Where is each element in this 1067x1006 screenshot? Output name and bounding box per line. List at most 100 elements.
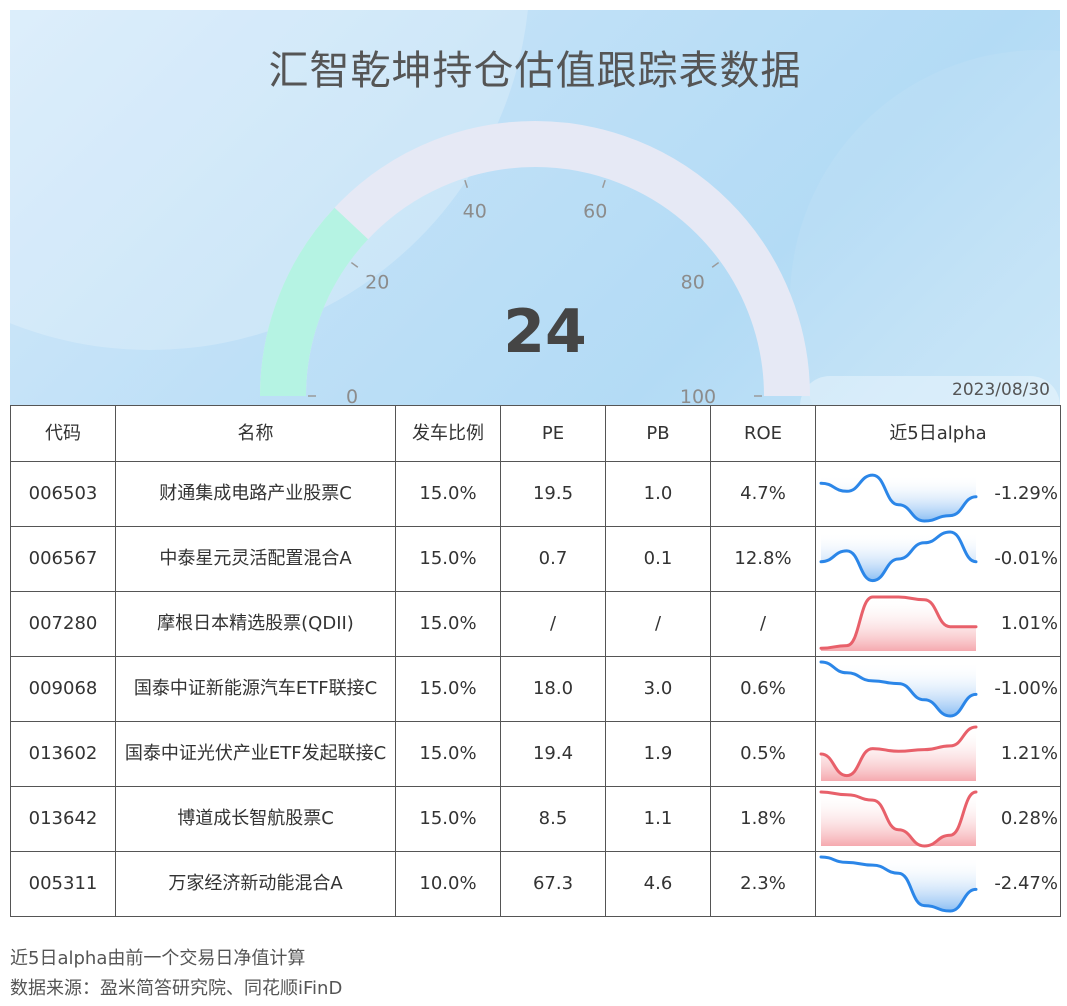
cell-pe: 67.3 (500, 851, 606, 917)
alpha-value: -2.47% (994, 873, 1058, 894)
cell-name: 摩根日本精选股票(QDII) (115, 591, 396, 657)
cell-name: 国泰中证新能源汽车ETF联接C (115, 656, 396, 722)
alpha-sparkline (819, 855, 978, 913)
cell-ratio: 15.0% (395, 786, 501, 852)
cell-roe: 0.6% (710, 656, 816, 722)
cell-roe: 4.7% (710, 461, 816, 527)
cell-pb: 3.0 (605, 656, 711, 722)
cell-pb: 0.1 (605, 526, 711, 592)
cell-ratio: 10.0% (395, 851, 501, 917)
cell-ratio: 15.0% (395, 721, 501, 787)
alpha-sparkline (819, 660, 978, 718)
sparkline-area (821, 532, 976, 581)
alpha-value: 1.21% (1000, 743, 1058, 764)
cell-name: 中泰星元灵活配置混合A (115, 526, 396, 592)
alpha-value: -0.01% (994, 548, 1058, 569)
alpha-value: -1.00% (994, 678, 1058, 699)
cell-name: 万家经济新动能混合A (115, 851, 396, 917)
cell-pe: 18.0 (500, 656, 606, 722)
cell-code: 013642 (10, 786, 116, 852)
cell-code: 005311 (10, 851, 116, 917)
header-code: 代码 (10, 405, 116, 462)
cell-code: 009068 (10, 656, 116, 722)
gauge-fill (260, 207, 369, 397)
gauge-tick-label: 40 (463, 201, 487, 223)
gauge-tick-mark (601, 179, 606, 188)
table-row: 007280 摩根日本精选股票(QDII) 15.0% / //1.01% (10, 591, 1061, 657)
sparkline-area (821, 597, 976, 651)
alpha-sparkline (819, 725, 978, 781)
cell-pb: / (605, 591, 711, 657)
gauge-tick-label: 0 (346, 386, 358, 406)
table-row: 006503 财通集成电路产业股票C 15.0% 19.5 1.0 4.7% -1.29% (10, 461, 1061, 527)
cell-alpha: 1.21% (815, 721, 1061, 787)
cell-alpha: -1.29% (815, 461, 1061, 527)
dashboard-header: 汇智乾坤持仓估值跟踪表数据 0 20 40 60 80 100 24 2023/08/30 (10, 10, 1060, 406)
cell-roe: 2.3% (710, 851, 816, 917)
table-row: 006567 中泰星元灵活配置混合A 15.0% 0.7 0.1 12.8% -0.01% (10, 526, 1061, 592)
cell-pb: 1.0 (605, 461, 711, 527)
cell-roe: 1.8% (710, 786, 816, 852)
report-date: 2023/08/30 (952, 380, 1050, 400)
cell-code: 007280 (10, 591, 116, 657)
table-row: 005311 万家经济新动能混合A 10.0% 67.3 4.6 2.3% -2.47% (10, 851, 1061, 917)
cell-code: 006567 (10, 526, 116, 592)
alpha-value: 1.01% (1000, 613, 1058, 634)
fund-table: 代码 名称 发车比例 PE PB ROE 近5日alpha 006503 财通集成… (10, 405, 1061, 917)
gauge-tick-mark (711, 261, 720, 268)
alpha-value: 0.28% (1000, 808, 1058, 829)
header-roe: ROE (710, 405, 816, 462)
footer: 近5日alpha由前一个交易日净值计算 数据来源：盈米简答研究院、同花顺iFin… (10, 944, 342, 1004)
cell-ratio: 15.0% (395, 591, 501, 657)
gauge-value: 24 (503, 297, 587, 367)
header-pe: PE (500, 405, 606, 462)
table-row: 013602 国泰中证光伏产业ETF发起联接C 15.0% 19.4 1.9 0.5% 1.… (10, 721, 1061, 787)
table-header-row: 代码 名称 发车比例 PE PB ROE 近5日alpha (10, 405, 1061, 462)
sparkline-area (821, 792, 976, 846)
header-alpha: 近5日alpha (815, 405, 1061, 462)
cell-ratio: 15.0% (395, 461, 501, 527)
cell-pb: 4.6 (605, 851, 711, 917)
cell-pe: / (500, 591, 606, 657)
cell-roe: 12.8% (710, 526, 816, 592)
cell-alpha: 1.01% (815, 591, 1061, 657)
cell-pb: 1.9 (605, 721, 711, 787)
cell-name: 财通集成电路产业股票C (115, 461, 396, 527)
cell-roe: 0.5% (710, 721, 816, 787)
cell-alpha: -2.47% (815, 851, 1061, 917)
table-row: 013642 博道成长智航股票C 15.0% 8.5 1.1 1.8% 0.28% (10, 786, 1061, 852)
cell-alpha: -1.00% (815, 656, 1061, 722)
header-pb: PB (605, 405, 711, 462)
cell-pb: 1.1 (605, 786, 711, 852)
cell-alpha: -0.01% (815, 526, 1061, 592)
header-ratio: 发车比例 (395, 405, 501, 462)
sparkline-area (821, 727, 976, 781)
footer-source: 数据来源：盈米简答研究院、同花顺iFinD (10, 978, 343, 999)
cell-roe: / (710, 591, 816, 657)
alpha-value: -1.29% (994, 483, 1058, 504)
cell-pe: 19.5 (500, 461, 606, 527)
cell-code: 006503 (10, 461, 116, 527)
sparkline-area (821, 662, 976, 716)
table-row: 009068 国泰中证新能源汽车ETF联接C 15.0% 18.0 3.0 0.6% -1.… (10, 656, 1061, 722)
gauge-tick-label: 20 (365, 271, 389, 293)
alpha-sparkline (819, 595, 978, 651)
cell-pe: 0.7 (500, 526, 606, 592)
cell-code: 013602 (10, 721, 116, 787)
alpha-sparkline (819, 530, 978, 583)
cell-name: 国泰中证光伏产业ETF发起联接C (115, 721, 396, 787)
alpha-sparkline (819, 790, 978, 848)
gauge-tick-mark (464, 179, 469, 188)
cell-pe: 8.5 (500, 786, 606, 852)
alpha-sparkline (819, 473, 978, 523)
cell-name: 博道成长智航股票C (115, 786, 396, 852)
gauge-tick-mark (350, 261, 359, 268)
gauge-tick-label: 60 (583, 201, 607, 223)
gauge-tick-label: 80 (681, 271, 705, 293)
header-name: 名称 (115, 405, 396, 462)
cell-ratio: 15.0% (395, 526, 501, 592)
cell-pe: 19.4 (500, 721, 606, 787)
gauge-chart: 0 20 40 60 80 100 24 (260, 121, 810, 406)
gauge-tick-label: 100 (680, 386, 716, 406)
cell-alpha: 0.28% (815, 786, 1061, 852)
